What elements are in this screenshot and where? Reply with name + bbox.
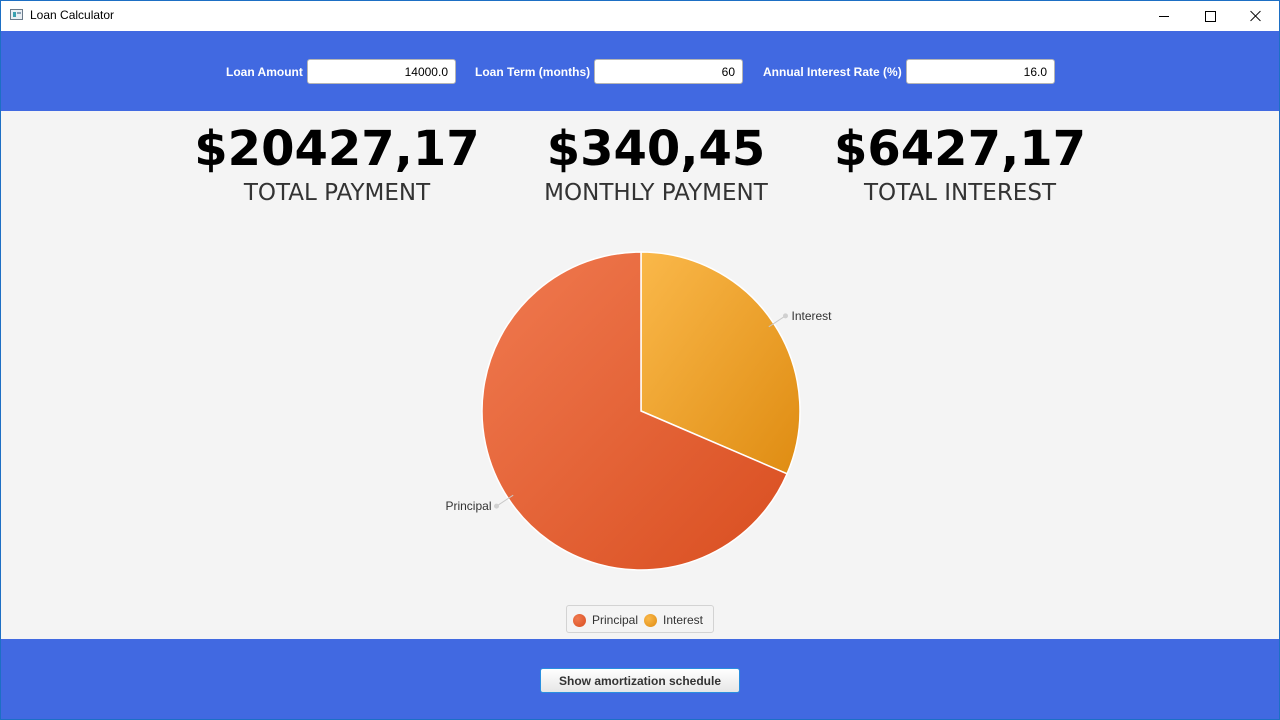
principal-legend-dot (573, 613, 586, 627)
loan-term-label: Loan Term (months) (475, 65, 591, 79)
close-button[interactable] (1233, 1, 1279, 31)
app-window: Loan Calculator Loan Amount Loan Term (m… (0, 0, 1280, 720)
minimize-icon (1159, 15, 1169, 17)
loan-amount-input[interactable] (307, 59, 456, 84)
principal-slice-label: Principal (445, 499, 491, 513)
interest-rate-input[interactable] (906, 59, 1055, 84)
window-title: Loan Calculator (30, 8, 115, 22)
interest-rate-label: Annual Interest Rate (%) (763, 65, 902, 79)
principal-leader-dot (494, 503, 500, 509)
legend-item-principal: Principal (573, 606, 638, 634)
show-amortization-schedule-button[interactable]: Show amortization schedule (540, 668, 740, 693)
close-icon (1250, 10, 1262, 22)
legend-item-interest: Interest (644, 606, 703, 634)
interest-leader-dot (782, 313, 788, 319)
loan-amount-label: Loan Amount (226, 65, 303, 79)
legend-interest-label: Interest (663, 613, 704, 627)
loan-breakdown-pie-chart: Interest Principal (445, 251, 832, 571)
action-bar: Show amortization schedule (1, 639, 1279, 719)
loan-term-input[interactable] (594, 59, 743, 84)
interest-slice-label: Interest (791, 309, 832, 323)
legend-principal-label: Principal (592, 613, 639, 627)
chart-legend: Principal Interest (566, 605, 714, 633)
minimize-button[interactable] (1141, 1, 1187, 31)
input-bar: Loan Amount Loan Term (months) Annual In… (1, 31, 1279, 111)
title-bar[interactable]: Loan Calculator (1, 1, 1279, 31)
interest-legend-dot (644, 613, 657, 627)
app-icon (10, 9, 23, 20)
results-panel: $20427,17 TOTAL PAYMENT $340,45 MONTHLY … (1, 111, 1279, 639)
maximize-button[interactable] (1187, 1, 1233, 31)
maximize-icon (1204, 10, 1216, 22)
